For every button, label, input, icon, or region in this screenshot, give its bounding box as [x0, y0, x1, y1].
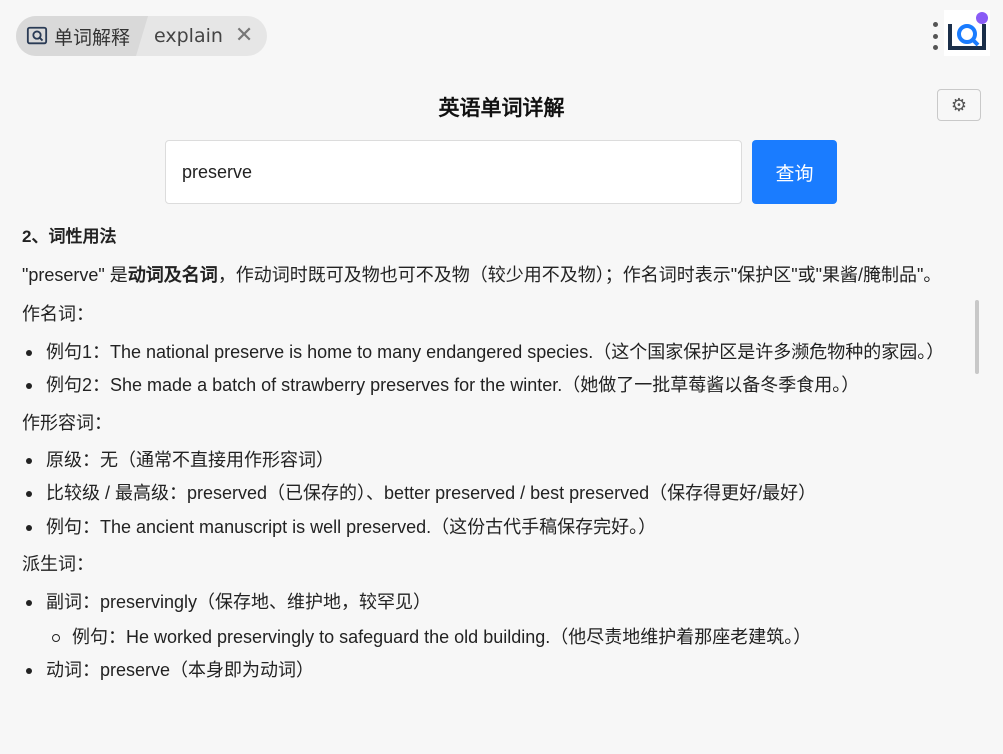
scrollbar[interactable]: [975, 300, 979, 374]
more-menu-icon[interactable]: [930, 22, 940, 50]
tab-word-explain[interactable]: 单词解释: [16, 16, 148, 56]
list-item: 原级：无（通常不直接用作形容词）: [22, 449, 972, 472]
noun-list: 例句1：The national preserve is home to man…: [22, 341, 972, 398]
book-search-icon: [26, 25, 48, 47]
settings-button[interactable]: ⚙: [937, 89, 981, 121]
list-item: 例句2：She made a batch of strawberry prese…: [22, 374, 972, 397]
nested-list: 例句：He worked preservingly to safeguard t…: [46, 626, 972, 649]
noun-label: 作名词：: [22, 304, 94, 325]
list-item: 比较级 / 最高级：preserved（已保存的）、better preserv…: [22, 482, 972, 505]
derivative-list: 副词：preservingly（保存地、维护地，较罕见） 例句：He worke…: [22, 591, 972, 683]
search-input[interactable]: [165, 140, 742, 204]
app-logo-icon: [944, 10, 990, 56]
app-window: 单词解释 explain ✕ 英语单词详解 ⚙ 查询 2、词性用法 "prese…: [0, 0, 1003, 754]
list-item: 例句1：The national preserve is home to man…: [22, 341, 972, 364]
list-item: 副词：preservingly（保存地、维护地，较罕见） 例句：He worke…: [22, 591, 972, 650]
search-button[interactable]: 查询: [752, 140, 837, 204]
result-content: 2、词性用法 "preserve" 是动词及名词，作动词时既可及物也可不及物（较…: [22, 226, 972, 697]
tab-explain[interactable]: explain ✕: [148, 16, 267, 56]
tab-label: 单词解释: [54, 26, 131, 49]
list-item: 例句：The ancient manuscript is well preser…: [22, 516, 972, 539]
intro-paragraph: "preserve" 是动词及名词，作动词时既可及物也可不及物（较少用不及物）；…: [22, 265, 942, 286]
close-icon[interactable]: ✕: [235, 25, 253, 47]
gear-icon: ⚙: [950, 94, 968, 116]
adjective-list: 原级：无（通常不直接用作形容词） 比较级 / 最高级：preserved（已保存…: [22, 449, 972, 539]
nested-list-item: 例句：He worked preservingly to safeguard t…: [46, 626, 972, 649]
derivative-label: 派生词：: [22, 554, 94, 575]
list-item: 动词：preserve（本身即为动词）: [22, 659, 972, 682]
tab-label: explain: [154, 25, 223, 47]
page-title: 英语单词详解: [438, 96, 565, 120]
section-heading: 2、词性用法: [22, 227, 117, 246]
adjective-label: 作形容词：: [22, 412, 112, 433]
tab-bar: 单词解释 explain ✕: [16, 16, 268, 56]
